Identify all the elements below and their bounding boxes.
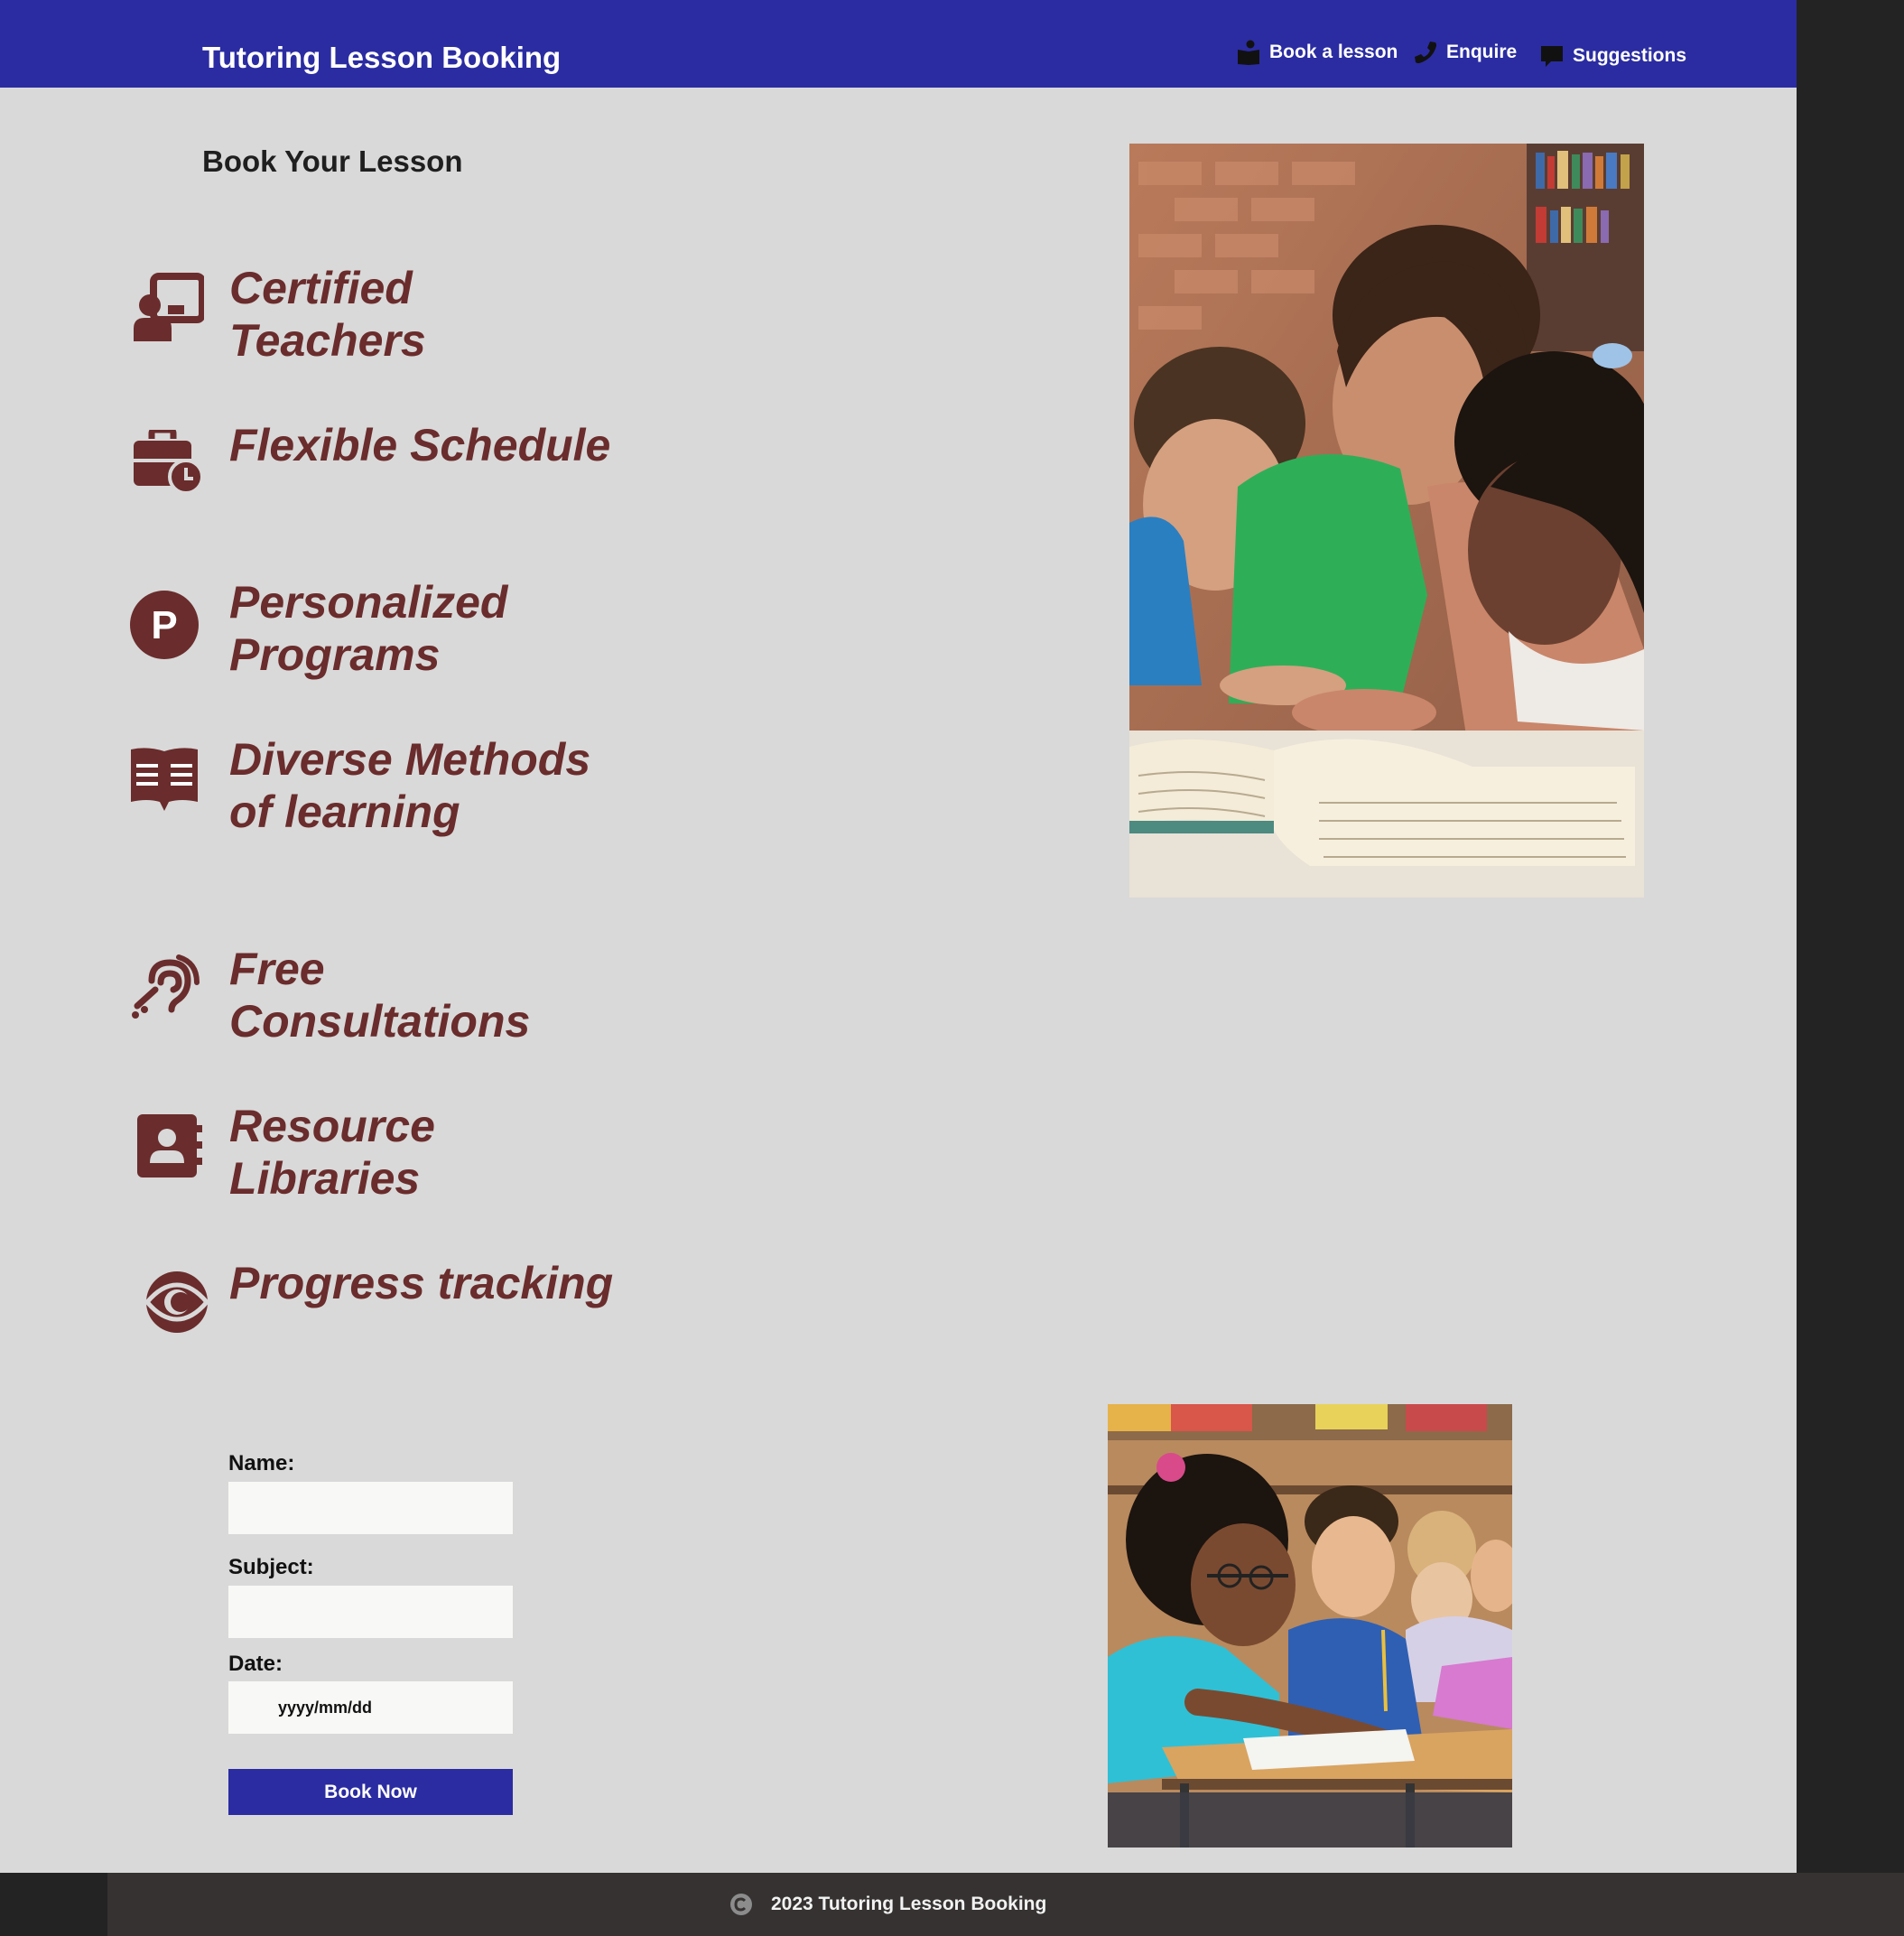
parking-circle-icon: P bbox=[128, 589, 200, 661]
feature-label: Personalized Programs bbox=[229, 577, 508, 680]
footer-copyright: 2023 Tutoring Lesson Booking bbox=[729, 1893, 1046, 1916]
teacher-students-photo bbox=[1129, 144, 1644, 898]
nav-suggestions[interactable]: Suggestions bbox=[1540, 38, 1686, 74]
feature-label: Diverse Methods of learning bbox=[229, 734, 591, 837]
book-reader-icon bbox=[1238, 40, 1259, 65]
feature-label: Progress tracking bbox=[229, 1258, 614, 1308]
nav-book-label: Book a lesson bbox=[1269, 42, 1398, 62]
classroom-students-photo bbox=[1108, 1404, 1512, 1848]
book-open-reader-icon bbox=[128, 742, 200, 814]
nav-enquire[interactable]: Enquire bbox=[1414, 34, 1517, 70]
subject-input[interactable] bbox=[228, 1586, 513, 1638]
address-book-icon bbox=[132, 1109, 204, 1181]
right-rail bbox=[1797, 0, 1904, 1873]
copyright-icon bbox=[730, 1894, 752, 1915]
nav-book-lesson[interactable]: Book a lesson bbox=[1237, 34, 1398, 70]
footer-text: 2023 Tutoring Lesson Booking bbox=[771, 1894, 1047, 1914]
nav-enquire-label: Enquire bbox=[1446, 42, 1518, 62]
top-nav-bar: Tutoring Lesson Booking Book a lesson En… bbox=[0, 0, 1797, 88]
feature-label: Resource Libraries bbox=[229, 1101, 435, 1204]
date-label: Date: bbox=[228, 1652, 283, 1676]
date-input[interactable] bbox=[228, 1681, 513, 1734]
nav-suggestions-label: Suggestions bbox=[1573, 45, 1687, 66]
brand-title[interactable]: Tutoring Lesson Booking bbox=[202, 40, 561, 76]
feature-label: Flexible Schedule bbox=[229, 420, 611, 470]
book-now-button[interactable]: Book Now bbox=[228, 1769, 513, 1815]
feature-label: Certified Teachers bbox=[229, 263, 426, 366]
footer-left-block bbox=[0, 1873, 107, 1936]
name-label: Name: bbox=[228, 1451, 295, 1475]
name-input[interactable] bbox=[228, 1482, 513, 1534]
phone-icon bbox=[1415, 42, 1436, 63]
business-time-icon bbox=[132, 428, 204, 500]
comment-icon bbox=[1541, 46, 1563, 67]
footer: 2023 Tutoring Lesson Booking bbox=[107, 1873, 1904, 1936]
subject-label: Subject: bbox=[228, 1555, 314, 1579]
page-title: Book Your Lesson bbox=[202, 144, 463, 178]
eye-circle-icon bbox=[141, 1266, 213, 1338]
chalkboard-teacher-icon bbox=[132, 271, 204, 343]
assistive-listening-icon bbox=[128, 952, 200, 1024]
feature-label: Free Consultations bbox=[229, 944, 531, 1047]
svg-text:P: P bbox=[151, 603, 177, 647]
